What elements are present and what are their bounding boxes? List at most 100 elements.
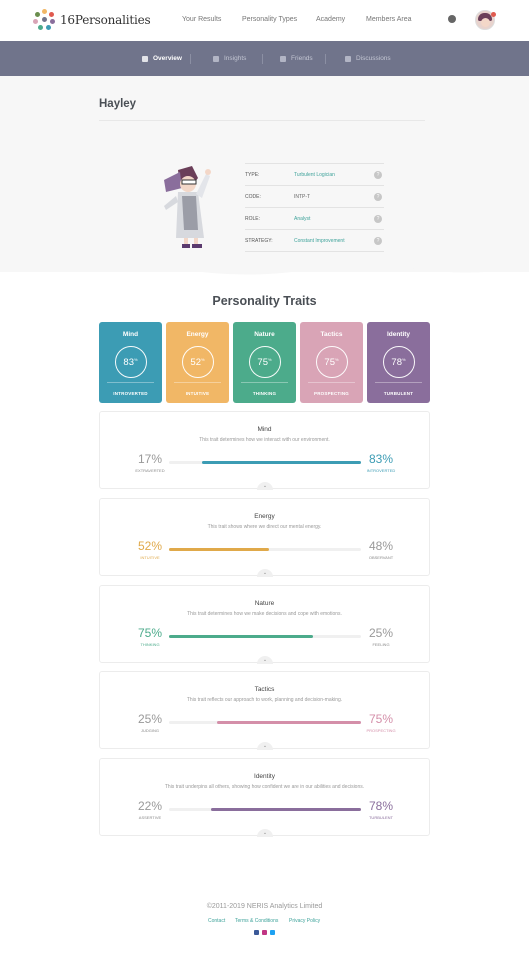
chevron-down-icon[interactable]: ⌄	[257, 569, 273, 577]
insights-icon	[213, 55, 219, 62]
divider	[99, 120, 425, 121]
footer-link-contact[interactable]: Contact	[208, 918, 225, 924]
trait-description: This trait shows where we direct our men…	[207, 524, 322, 530]
trait-bar-fill	[217, 721, 361, 724]
overview-icon	[142, 55, 148, 62]
discussions-icon	[345, 55, 351, 62]
trait-bar	[169, 808, 361, 811]
trait-card-3[interactable]: Tactics 75% PROSPECTING	[300, 322, 363, 403]
right-percent: 48%	[368, 539, 394, 553]
trait-card-2[interactable]: Nature 75% THINKING	[233, 322, 296, 403]
trait-card-percent: 75%	[324, 357, 339, 369]
help-icon[interactable]: ?	[374, 171, 382, 179]
trait-detail-nature: Nature This trait determines how we make …	[99, 585, 430, 664]
nav-members-area[interactable]: Members Area	[366, 16, 412, 23]
left-label: ASSERTIVE	[138, 815, 162, 820]
profile-name: Hayley	[99, 98, 137, 110]
left-percent: 17%	[137, 452, 163, 466]
instagram-icon[interactable]	[262, 930, 267, 935]
trait-bar	[169, 548, 361, 551]
trait-card-percent: 83%	[123, 357, 138, 369]
right-percent: 25%	[368, 626, 394, 640]
left-label: EXTRAVERTED	[135, 468, 165, 473]
chevron-down-icon[interactable]: ⌄	[257, 656, 273, 664]
tab-insights[interactable]: Insights	[213, 55, 246, 62]
trait-title: Energy	[254, 513, 275, 520]
trait-title: Tactics	[254, 686, 275, 693]
trait-card-title: Identity	[386, 331, 411, 338]
brand-name: 16Personalities	[60, 13, 151, 27]
chevron-down-icon[interactable]: ⌄	[257, 742, 273, 750]
right-percent: 75%	[368, 712, 394, 726]
trait-card-label: PROSPECTING	[314, 391, 349, 396]
logician-character-illustration	[164, 166, 211, 248]
trait-bar-fill	[211, 808, 361, 811]
nav-personality-types[interactable]: Personality Types	[242, 16, 297, 23]
right-label: FEELING	[372, 642, 390, 647]
trait-detail-mind: Mind This trait determines how we interac…	[99, 411, 430, 490]
logo-mark-icon	[33, 9, 55, 31]
trait-card-1[interactable]: Energy 52% INTUITIVE	[166, 322, 229, 403]
nav-your-results[interactable]: Your Results	[182, 16, 221, 23]
twitter-icon[interactable]	[270, 930, 275, 935]
footer-link-terms[interactable]: Terms & Conditions	[235, 918, 278, 924]
trait-card-percent: 75%	[257, 357, 272, 369]
trait-card-label: TURBULENT	[383, 391, 414, 396]
divider	[308, 382, 355, 383]
trait-card-label: THINKING	[252, 391, 277, 396]
trait-description: This trait determines how we interact wi…	[199, 437, 330, 443]
profile-tabs: Overview Insights Friends Discussions	[0, 41, 529, 76]
chevron-down-icon[interactable]: ⌄	[257, 829, 273, 837]
trait-bar-fill	[201, 461, 361, 464]
right-label: PROSPECTING	[366, 728, 396, 733]
footer-link-privacy[interactable]: Privacy Policy	[289, 918, 320, 924]
trait-bar	[169, 635, 361, 638]
left-percent: 52%	[137, 539, 163, 553]
trait-description: This trait underpins all others, showing…	[164, 784, 365, 790]
trait-bar-fill	[169, 548, 269, 551]
trait-bar	[169, 461, 361, 464]
tab-discussions[interactable]: Discussions	[345, 55, 391, 62]
facebook-icon[interactable]	[254, 930, 259, 935]
help-icon[interactable]: ?	[374, 237, 382, 245]
divider	[375, 382, 422, 383]
help-icon[interactable]: ?	[374, 193, 382, 201]
left-label: JUDGING	[141, 728, 159, 733]
trait-detail-identity: Identity This trait underpins all others,…	[99, 758, 430, 837]
type-link[interactable]: Turbulent Logician	[294, 172, 335, 178]
trait-card-title: Energy	[186, 331, 209, 338]
trait-card-title: Tactics	[320, 331, 343, 338]
right-percent: 83%	[368, 452, 394, 466]
left-percent: 22%	[137, 799, 163, 813]
right-label: TURBULENT	[368, 815, 393, 820]
globe-icon[interactable]	[448, 15, 456, 23]
trait-bar-fill	[169, 635, 313, 638]
trait-detail-energy: Energy This trait shows where we direct o…	[99, 498, 430, 577]
trait-card-4[interactable]: Identity 78% TURBULENT	[367, 322, 430, 403]
top-header: 16Personalities Your Results Personality…	[0, 0, 529, 41]
section-title: Personality Traits	[212, 294, 317, 308]
left-percent: 75%	[137, 626, 163, 640]
nav-academy[interactable]: Academy	[316, 16, 345, 23]
trait-card-title: Nature	[254, 331, 275, 338]
brand-logo[interactable]: 16Personalities	[33, 9, 151, 31]
trait-card-label: INTUITIVE	[185, 391, 210, 396]
trait-card-0[interactable]: Mind 83% INTROVERTED	[99, 322, 162, 403]
notification-dot	[491, 12, 496, 17]
strategy-link[interactable]: Constant Improvement	[294, 238, 345, 244]
help-icon[interactable]: ?	[374, 215, 382, 223]
friends-icon	[280, 55, 286, 62]
trait-card-title: Mind	[122, 331, 139, 338]
chevron-down-icon[interactable]: ⌄	[257, 482, 273, 490]
tab-friends[interactable]: Friends	[280, 55, 313, 62]
left-label: INTUITIVE	[140, 555, 160, 560]
role-link[interactable]: Analyst	[294, 216, 310, 222]
right-percent: 78%	[368, 799, 394, 813]
left-percent: 25%	[137, 712, 163, 726]
tab-overview[interactable]: Overview	[142, 55, 182, 62]
left-label: THINKING	[140, 642, 160, 647]
trait-title: Nature	[254, 600, 275, 607]
tab-divider	[262, 54, 263, 64]
info-row-role: ROLE: Analyst ?	[245, 208, 384, 230]
divider	[174, 382, 221, 383]
